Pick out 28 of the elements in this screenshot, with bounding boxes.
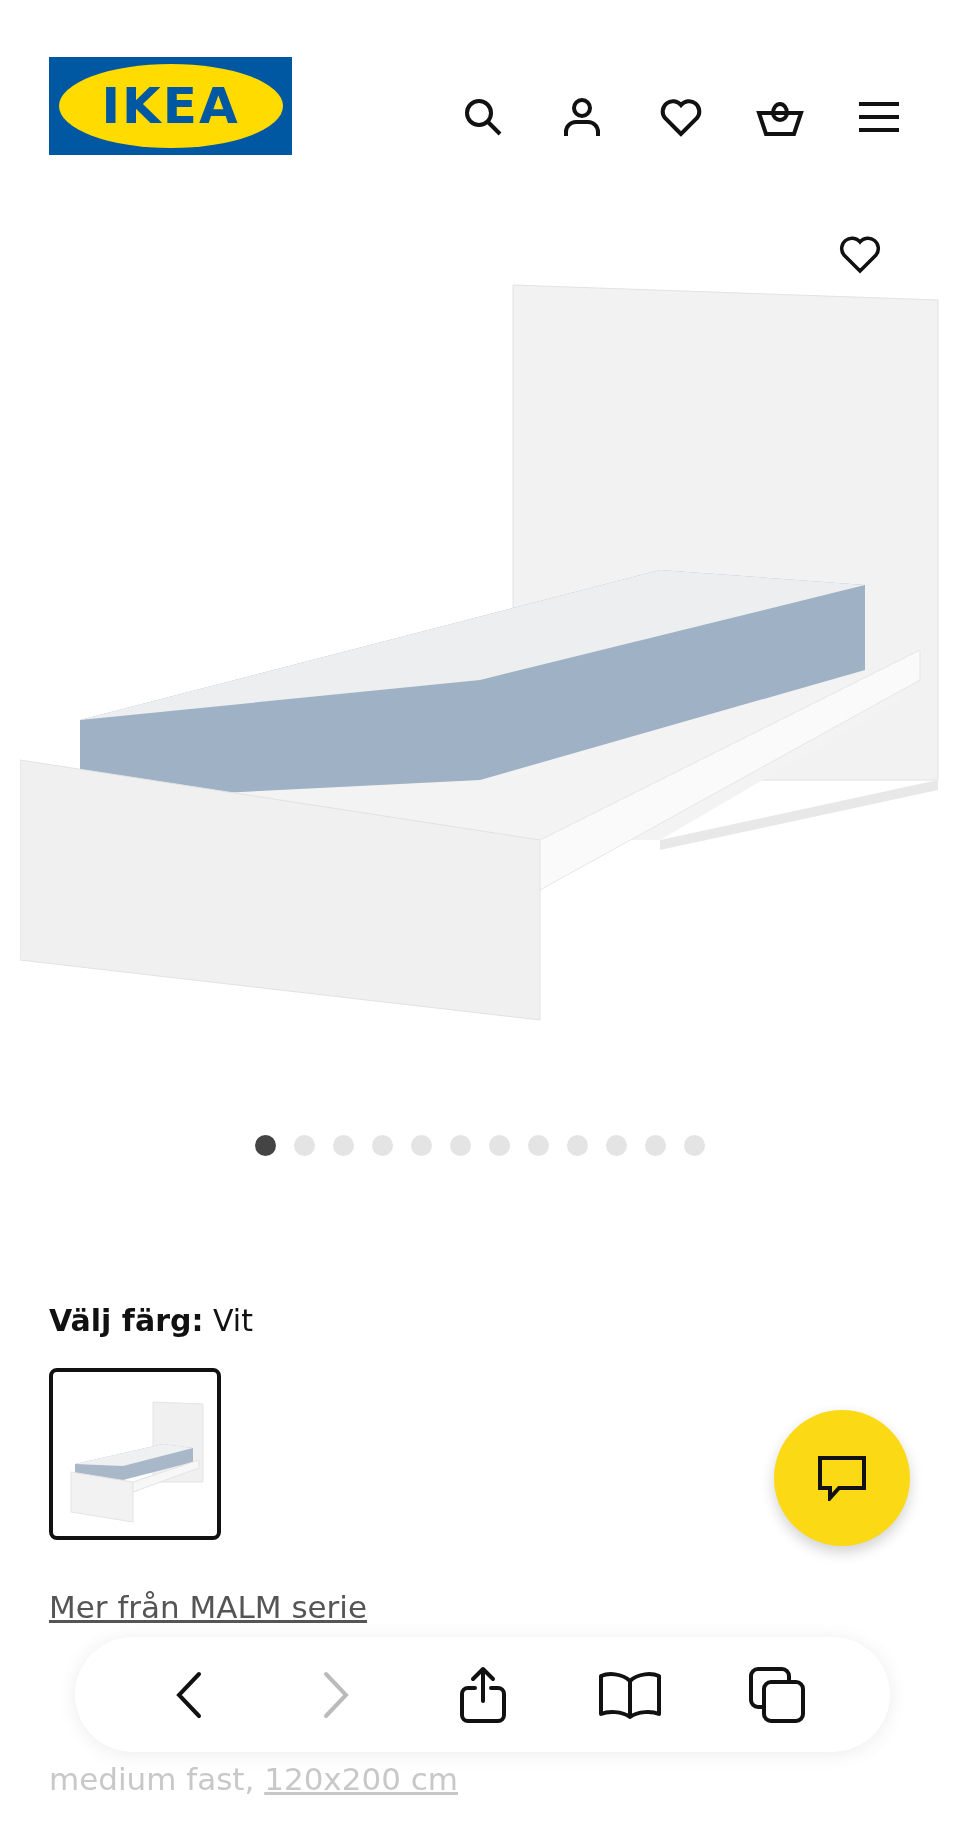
heart-icon	[660, 97, 702, 137]
share-icon	[458, 1665, 507, 1724]
logo-text: IKEA	[58, 64, 283, 148]
search-icon	[463, 97, 503, 137]
tabs-icon	[747, 1665, 806, 1724]
logo[interactable]: IKEA	[49, 57, 292, 155]
carousel-dot[interactable]	[645, 1134, 666, 1156]
color-swatch[interactable]	[49, 1368, 221, 1540]
carousel-dot[interactable]	[294, 1134, 315, 1156]
carousel-dot[interactable]	[333, 1134, 354, 1156]
series-link[interactable]: Mer från MALM serie	[49, 1584, 368, 1631]
menu-icon	[859, 101, 899, 133]
carousel-dot[interactable]	[255, 1134, 276, 1156]
person-icon	[562, 97, 602, 137]
heart-icon	[838, 234, 882, 274]
chat-bubble-icon	[817, 1455, 867, 1501]
carousel-dot[interactable]	[411, 1134, 432, 1156]
carousel-dot[interactable]	[372, 1134, 393, 1156]
color-label: Välj färg: Vit	[49, 1302, 254, 1340]
carousel-dot[interactable]	[528, 1134, 549, 1156]
forward-icon	[321, 1670, 350, 1719]
back-icon	[174, 1670, 203, 1719]
carousel-dot[interactable]	[489, 1134, 510, 1156]
carousel-dot[interactable]	[450, 1134, 471, 1156]
carousel-dot[interactable]	[567, 1134, 588, 1156]
carousel-dot[interactable]	[684, 1134, 705, 1156]
carousel-dot[interactable]	[606, 1134, 627, 1156]
book-icon	[597, 1670, 662, 1719]
